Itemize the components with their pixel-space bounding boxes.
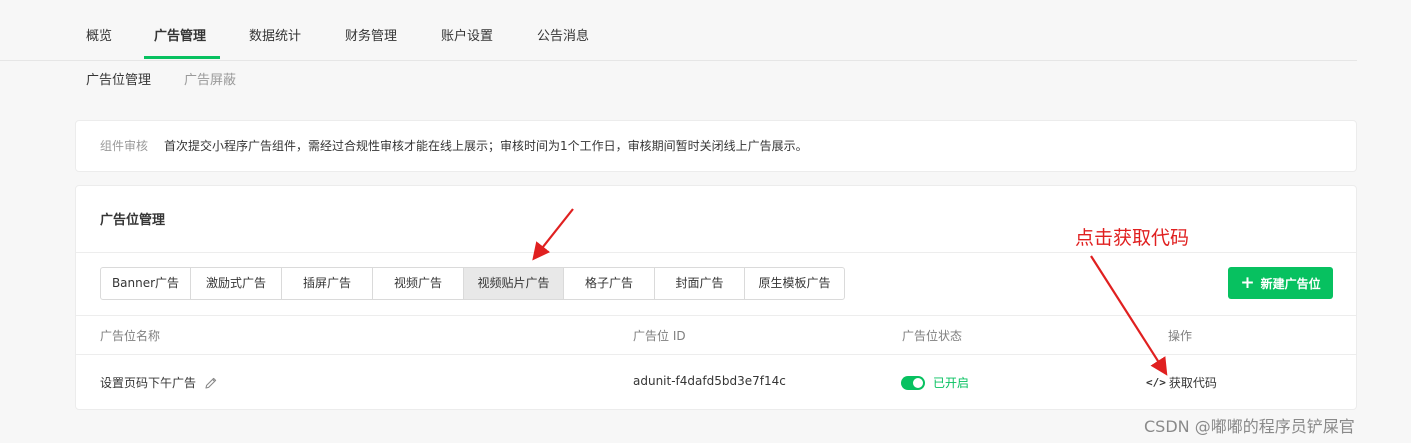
divider [76,252,1356,253]
ad-type-interstitial[interactable]: 插屏广告 [282,268,373,299]
ad-type-native-template[interactable]: 原生模板广告 [745,268,844,299]
notice-label: 组件审核 [100,139,149,153]
divider [76,354,1356,355]
ad-type-rewarded[interactable]: 激励式广告 [191,268,282,299]
column-header-actions: 操作 [1168,329,1193,343]
column-header-name: 广告位名称 [100,329,161,343]
ad-type-cover[interactable]: 封面广告 [655,268,745,299]
ad-slot-status-cell: 已开启 [901,374,969,391]
tab-account-settings[interactable]: 账户设置 [441,28,493,46]
subtab-ad-blocking[interactable]: 广告屏蔽 [184,72,236,90]
notice-card: 组件审核 首次提交小程序广告组件，需经过合规性审核才能在线上展示；审核时间为1个… [75,120,1357,172]
column-header-id: 广告位 ID [633,329,686,343]
ad-type-grid[interactable]: 格子广告 [564,268,655,299]
ad-slot-name: 设置页码下午广告 [100,376,197,390]
column-header-status: 广告位状态 [902,329,963,343]
notice-text: 首次提交小程序广告组件，需经过合规性审核才能在线上展示；审核时间为1个工作日，审… [164,139,808,153]
ad-type-selector: Banner广告 激励式广告 插屏广告 视频广告 视频贴片广告 格子广告 封面广… [100,267,845,300]
subtab-ad-slot-management[interactable]: 广告位管理 [86,72,151,90]
tab-data-statistics[interactable]: 数据统计 [249,28,301,46]
ad-type-video-patch[interactable]: 视频贴片广告 [464,268,564,299]
ad-type-video[interactable]: 视频广告 [373,268,464,299]
ad-slot-id: adunit-f4dafd5bd3e7f14c [633,374,786,388]
new-ad-slot-button[interactable]: + 新建广告位 [1228,267,1333,299]
get-code-label: 获取代码 [1168,376,1217,390]
ad-slot-name-cell: 设置页码下午广告 [100,374,218,391]
status-toggle[interactable] [901,375,925,390]
get-code-link[interactable]: </> 获取代码 [1146,374,1217,391]
tab-overview[interactable]: 概览 [86,28,112,46]
top-nav: 概览 广告管理 数据统计 财务管理 账户设置 公告消息 [0,0,1357,61]
tab-announcements[interactable]: 公告消息 [537,28,589,46]
plus-icon: + [1240,272,1255,293]
watermark: CSDN @嘟嘟的程序员铲屎官 [1144,417,1355,436]
panel-title: 广告位管理 [100,213,166,228]
tab-finance[interactable]: 财务管理 [345,28,397,46]
divider [76,315,1356,316]
status-text: 已开启 [933,376,970,390]
active-tab-indicator [144,56,220,59]
annotation-text: 点击获取代码 [1075,227,1190,249]
tab-ad-management[interactable]: 广告管理 [154,28,206,46]
pencil-icon[interactable] [204,376,218,390]
ad-type-banner[interactable]: Banner广告 [101,268,191,299]
ad-slot-panel: 广告位管理 Banner广告 激励式广告 插屏广告 视频广告 视频贴片广告 格子… [75,185,1357,410]
new-ad-slot-label: 新建广告位 [1260,276,1321,291]
code-icon: </> [1146,376,1166,389]
